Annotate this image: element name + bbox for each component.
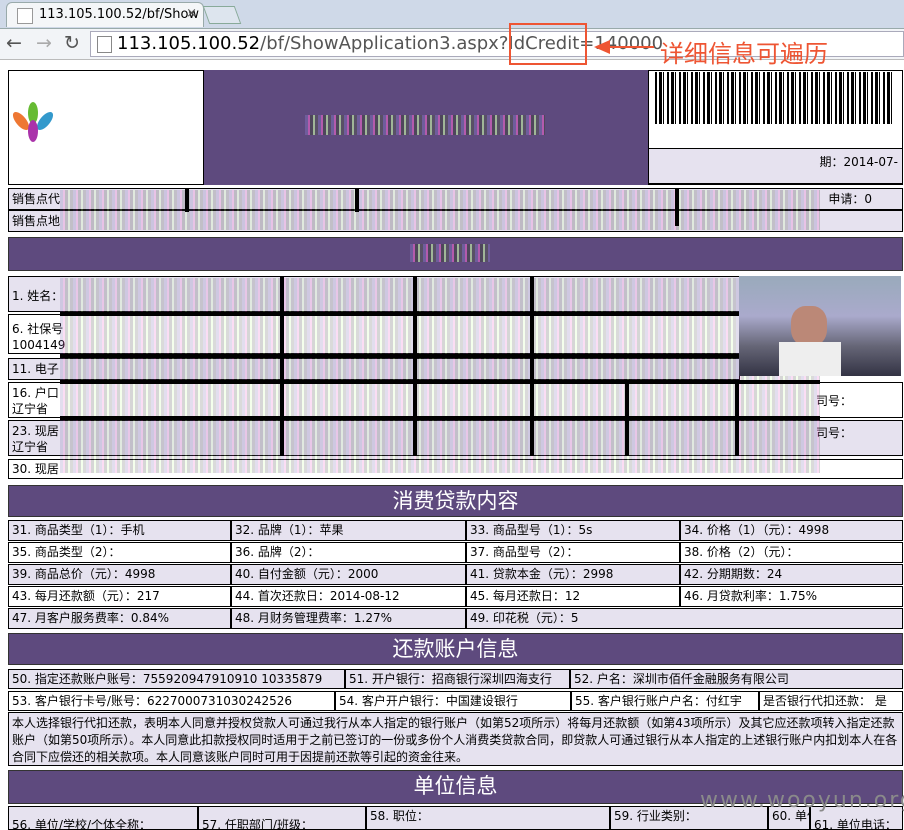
loan-cell: 39. 商品总价（元）：4998 [8,564,231,585]
reload-icon[interactable]: ↻ [64,32,80,54]
tab-bar: 113.105.100.52/bf/Show × [0,0,904,29]
redaction-bar [675,188,679,226]
tab-title: 113.105.100.52/bf/Show [39,7,200,22]
residence-tail: 司号： [815,426,852,440]
repay-section-title: 还款账户信息 [392,637,519,661]
redaction-bar [60,312,740,316]
sales-point-code-label: 销售点代 [12,192,61,206]
new-tab-button[interactable] [202,6,242,24]
redacted-sales-info [60,190,820,230]
loan-cell: 42. 分期期数：24 [680,564,903,585]
loan-section-header: 消费贷款内容 [8,485,903,517]
forward-arrow-icon[interactable]: → [36,32,52,54]
sales-point-addr-label: 销售点地 [12,214,61,228]
redacted-personal-info [60,278,820,473]
debit-authorization-text: 本人选择银行代扣还款，表明本人同意并授权贷款人可通过我行从本人指定的银行账户（如… [8,712,903,766]
redaction-bar [280,276,284,456]
redaction-bar [60,354,820,358]
browser-tab[interactable]: 113.105.100.52/bf/Show × [6,2,204,27]
loan-cell: 33. 商品型号（1）：5s [466,520,680,541]
customer-card-cell: 53. 客户银行卡号/账号：6227000731030242526 [8,691,335,711]
repay-holder-cell: 52. 户名：深圳市佰仟金融服务有限公司 [570,669,903,689]
loan-cell: 44. 首次还款日：2014-08-12 [231,586,466,607]
loan-cell: 48. 月财务管理费率：1.27% [231,608,466,629]
close-tab-icon[interactable]: × [186,6,197,21]
back-arrow-icon[interactable]: ← [6,32,22,54]
barcode [655,72,895,124]
company-logo [10,100,197,160]
repay-bank-cell: 51. 开户银行：招商银行深圳四海支行 [345,669,570,689]
annotation-arrow-line [598,46,654,48]
loan-cell: 32. 品牌（1）：苹果 [231,520,466,541]
redaction-bar [60,380,820,384]
employer-name-cell: 56. 单位/学校/个体全称： [8,806,198,830]
redaction-bar [355,188,359,212]
repay-account-cell: 50. 指定还款账户账号：755920947910910 10335879 [8,669,345,689]
redacted-title [305,115,545,135]
customer-bank-cell: 54. 客户开户银行：中国建设银行 [335,691,571,711]
loan-cell: 43. 每月还款额（元）：217 [8,586,231,607]
page-icon [97,36,112,53]
annotation-note: 详细信息可遍历 [660,40,828,68]
redaction-bar [735,382,739,456]
highlight-box [509,23,587,65]
loan-cell: 31. 商品类型（1）：手机 [8,520,231,541]
loan-cell: 49. 印花税（元）：5 [466,608,903,629]
applicant-photo [739,276,901,376]
loan-cell: 40. 自付金额（元）：2000 [231,564,466,585]
redaction-bar [530,276,534,456]
apply-count: 申请：0 [828,192,872,206]
date-cell: 期：2014-07- [648,148,903,184]
loan-cell: 35. 商品类型（2）： [8,542,231,563]
customer-holder-cell: 55. 客户银行账户户名：付红宇 [571,691,759,711]
email-label: 11. 电子 [12,362,59,376]
auto-debit-cell: 是否银行代扣还款： 是 [759,691,903,711]
redaction-bar [185,188,189,212]
hukou-tail: 司号： [815,394,852,408]
redaction-bar [60,416,820,420]
redaction-bar [625,382,629,456]
position-cell: 58. 职位： [366,806,610,830]
loan-section-title: 消费贷款内容 [392,489,519,513]
repay-section-header: 还款账户信息 [8,633,903,665]
redacted-section-title [410,244,490,262]
loan-cell: 37. 商品型号（2）： [466,542,680,563]
loan-cell: 46. 月贷款利率：1.75% [680,586,903,607]
department-cell: 57. 任职部门/班级： [198,806,366,830]
name-label: 1. 姓名： [12,289,64,303]
loan-cell: 36. 品牌（2）： [231,542,466,563]
loan-cell: 38. 价格（2）（元）： [680,542,903,563]
watermark: www.wooyun.org [700,788,904,813]
redaction-bar [413,276,417,456]
page-favicon-icon [17,8,33,24]
residence2-label: 30. 现居 [12,462,59,476]
loan-cell: 41. 贷款本金（元）：2998 [466,564,680,585]
date-fragment: 期：2014-07- [819,155,898,169]
loan-cell: 47. 月客户服务费率：0.84% [8,608,231,629]
employer-section-title: 单位信息 [413,774,498,798]
loan-cell: 34. 价格（1）（元）：4998 [680,520,903,541]
loan-cell: 45. 每月还款日：12 [466,586,680,607]
